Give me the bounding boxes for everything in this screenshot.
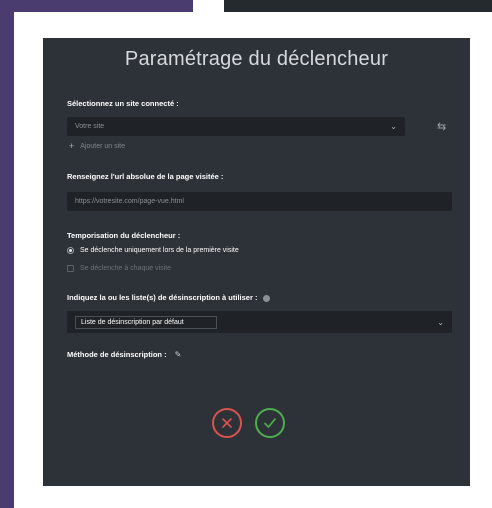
cancel-button[interactable]: [212, 408, 242, 438]
site-label: Sélectionnez un site connecté :: [67, 99, 179, 108]
url-placeholder: https://votresite.com/page-vue.html: [75, 198, 184, 205]
close-icon: [222, 418, 232, 428]
check-icon: [264, 418, 276, 428]
timing-option-first-visit[interactable]: Se déclenche uniquement lors de la premi…: [67, 247, 239, 254]
plus-icon: +: [69, 141, 75, 151]
frame-top-left: [0, 0, 193, 12]
swap-icon[interactable]: ⇆: [437, 120, 446, 133]
site-value: Votre site: [75, 123, 105, 130]
unsubscribe-list-select[interactable]: Liste de désinscription par défaut ⌄: [67, 311, 452, 333]
add-site-link[interactable]: + Ajouter un site: [69, 141, 125, 151]
timing-option-label: Se déclenche à chaque visite: [80, 265, 172, 272]
site-select[interactable]: Votre site ⌄: [67, 117, 405, 136]
frame-right: [480, 12, 492, 508]
radio-unselected-icon: [67, 265, 74, 272]
method-label: Méthode de désinscription :: [67, 350, 167, 359]
radio-selected-icon: [67, 247, 74, 254]
unsubscribe-list-value: Liste de désinscription par défaut: [75, 315, 217, 329]
timing-option-every-visit[interactable]: Se déclenche à chaque visite: [67, 265, 171, 272]
chevron-down-icon: ⌄: [390, 122, 397, 131]
frame-top-right: [224, 0, 492, 12]
chevron-down-icon: ⌄: [437, 317, 444, 327]
list-label: Indiquez la ou les liste(s) de désinscri…: [67, 293, 258, 302]
timing-label: Temporisation du déclencheur :: [67, 231, 181, 240]
dialog-title: Paramétrage du déclencheur: [124, 48, 389, 70]
list-label-row: Indiquez la ou les liste(s) de désinscri…: [67, 293, 270, 302]
method-row: Méthode de désinscription : ✎: [67, 350, 181, 359]
timing-option-label: Se déclenche uniquement lors de la premi…: [80, 247, 239, 254]
url-label: Renseignez l'url absolue de la page visi…: [67, 172, 224, 181]
trigger-settings-dialog: Paramétrage du déclencheur Sélectionnez …: [43, 38, 470, 486]
url-input[interactable]: https://votresite.com/page-vue.html: [67, 192, 452, 211]
info-icon[interactable]: [262, 294, 270, 302]
confirm-button[interactable]: [255, 408, 285, 438]
add-site-label: Ajouter un site: [80, 142, 126, 150]
frame-left: [0, 12, 14, 508]
pencil-icon[interactable]: ✎: [175, 350, 182, 359]
